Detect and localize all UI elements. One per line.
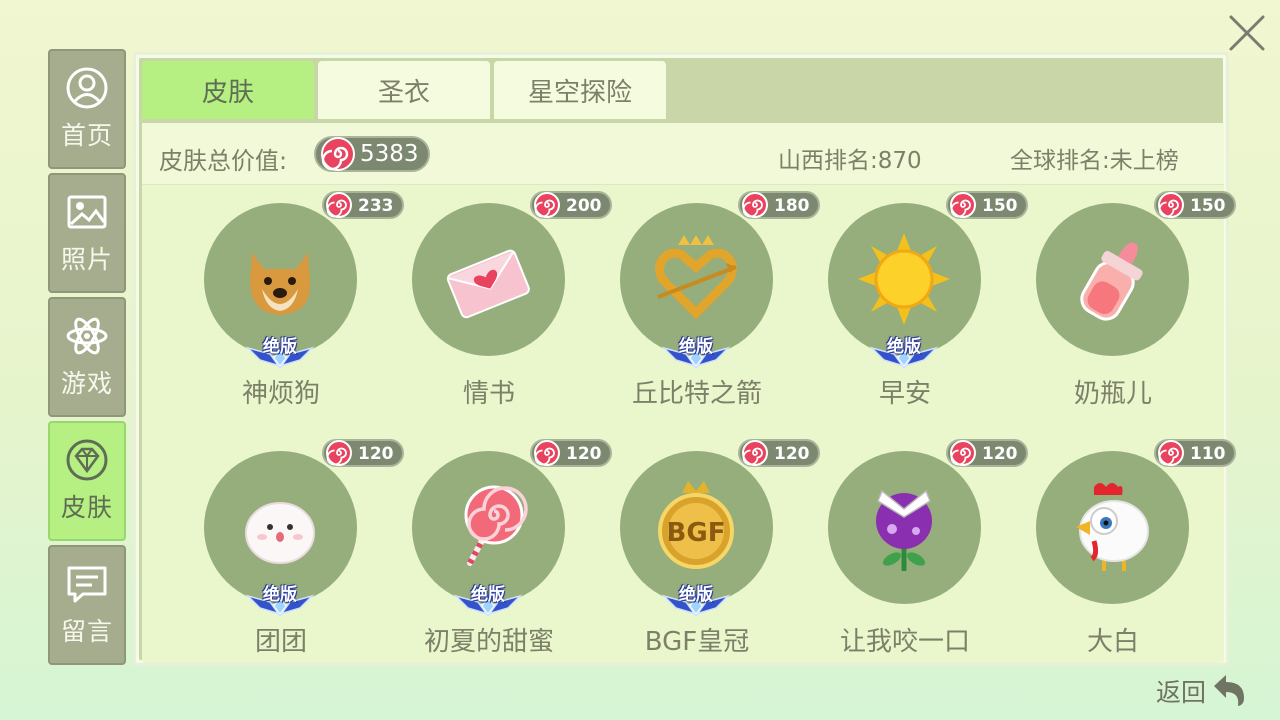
skin-name: 情书 [462,379,515,409]
baby-bottle-icon [1080,242,1143,321]
limited-badge: 绝版 [452,578,524,618]
candy-icon [742,440,768,466]
sidebar-item-photos[interactable]: 照片 [48,173,126,293]
candy-icon [326,440,352,466]
skin-item[interactable]: 200 情书 [380,187,612,417]
price-badge: 110 [1154,439,1236,467]
global-rank: 全球排名:未上榜 [1010,148,1179,174]
diamond-icon [66,439,108,481]
candy-icon [1158,440,1184,466]
sidebar-item-home[interactable]: 首页 [48,49,126,169]
sidebar-item-messages[interactable]: 留言 [48,545,126,665]
skin-item[interactable]: 233 绝版 神烦狗 [172,187,404,417]
price-badge: 150 [1154,191,1236,219]
tab-bar: 皮肤 圣衣 星空探险 [142,61,670,119]
limited-badge-text: 绝版 [679,585,713,605]
skin-item[interactable]: 150 绝版 早安 [796,187,1028,417]
tab-skins[interactable]: 皮肤 [142,61,314,119]
province-rank: 山西排名:870 [778,148,922,174]
limited-badge: 绝版 [868,330,940,370]
lollipop-icon [464,485,528,566]
limited-badge: 绝版 [660,578,732,618]
candy-icon [742,192,768,218]
back-button[interactable]: 返回 [1156,670,1250,710]
cupid-heart-icon [655,235,737,320]
limited-badge-text: 绝版 [471,585,505,605]
skin-name: BGF皇冠 [644,627,750,657]
image-icon [67,195,107,229]
candy-icon [534,192,560,218]
skin-item[interactable]: 180 绝版 丘比特之箭 [588,187,820,417]
limited-badge-text: 绝版 [887,337,921,357]
skin-item[interactable]: BGF 120 绝版 BGF皇冠 [588,435,820,665]
skin-grid: 233 绝版 神烦狗 200 情书 180 绝版 丘比特之箭 150 绝版 早安… [142,185,1236,665]
tab-saint-cloth[interactable]: 圣衣 [318,61,490,119]
piranha-plant-icon [876,489,932,571]
sidebar-item-label: 首页 [60,121,113,150]
candy-icon [321,137,355,171]
total-value-badge: 5383 [314,136,430,172]
total-value-label: 皮肤总价值: [159,147,288,175]
sidebar-item-label: 留言 [60,617,113,646]
tab-star-adventure[interactable]: 星空探险 [494,61,666,119]
limited-badge-text: 绝版 [263,585,297,605]
candy-icon [950,192,976,218]
limited-badge-text: 绝版 [679,337,713,357]
skin-item[interactable]: 120 绝版 团团 [172,435,404,665]
price-value: 150 [1190,196,1226,216]
profile-icon [66,67,108,109]
skin-name: 早安 [878,379,931,409]
skin-name: 神烦狗 [241,379,320,409]
sidebar-item-skins[interactable]: 皮肤 [48,421,126,541]
sidebar-item-label: 皮肤 [60,493,113,522]
message-icon [67,566,107,603]
white-blob-icon [245,502,315,564]
main-panel: 皮肤 圣衣 星空探险 皮肤总价值: 5383 山西排名:870 全球排名:未上榜 [133,52,1236,666]
chicken-icon [1076,483,1149,571]
sun-icon [858,233,950,325]
close-button[interactable] [1226,12,1268,54]
limited-badge-text: 绝版 [263,337,297,357]
love-letter-icon [446,249,530,319]
limited-badge: 绝版 [244,578,316,618]
skin-name: 大白 [1086,627,1139,657]
close-icon [1229,15,1265,51]
panel-body: 皮肤 圣衣 星空探险 皮肤总价值: 5383 山西排名:870 全球排名:未上榜 [139,58,1236,665]
skin-item[interactable]: 110 大白 [1004,435,1236,665]
bgf-crown-icon: BGF [658,481,734,569]
skin-item[interactable]: 150 奶瓶儿 [1004,187,1236,417]
sidebar-item-label: 照片 [60,245,113,274]
total-value: 5383 [360,141,419,167]
doge-icon [250,253,311,315]
limited-badge: 绝版 [660,330,732,370]
price-value: 110 [1190,444,1226,464]
skin-name: 团团 [254,627,307,657]
candy-icon [950,440,976,466]
skin-name: 丘比特之箭 [631,379,762,409]
sidebar: 首页 照片 游戏 皮肤 留言 [48,49,126,669]
skin-name: 奶瓶儿 [1073,379,1152,409]
candy-icon [326,192,352,218]
skin-item[interactable]: 120 绝版 初夏的甜蜜 [380,435,612,665]
skin-item[interactable]: 120 让我咬一口 [796,435,1028,665]
svg-text:BGF: BGF [667,518,726,548]
candy-icon [1158,192,1184,218]
sidebar-item-label: 游戏 [60,369,113,398]
atom-icon [66,317,108,355]
limited-badge: 绝版 [244,330,316,370]
skin-name: 让我咬一口 [839,627,970,657]
back-arrow-icon [1214,675,1244,706]
skin-name: 初夏的甜蜜 [423,627,554,657]
sidebar-item-games[interactable]: 游戏 [48,297,126,417]
back-label: 返回 [1156,678,1207,707]
skin-summary-bar: 皮肤总价值: 5383 山西排名:870 全球排名:未上榜 [142,123,1224,185]
candy-icon [534,440,560,466]
skin-content: 皮肤总价值: 5383 山西排名:870 全球排名:未上榜 233 绝版 神烦狗… [142,123,1236,665]
